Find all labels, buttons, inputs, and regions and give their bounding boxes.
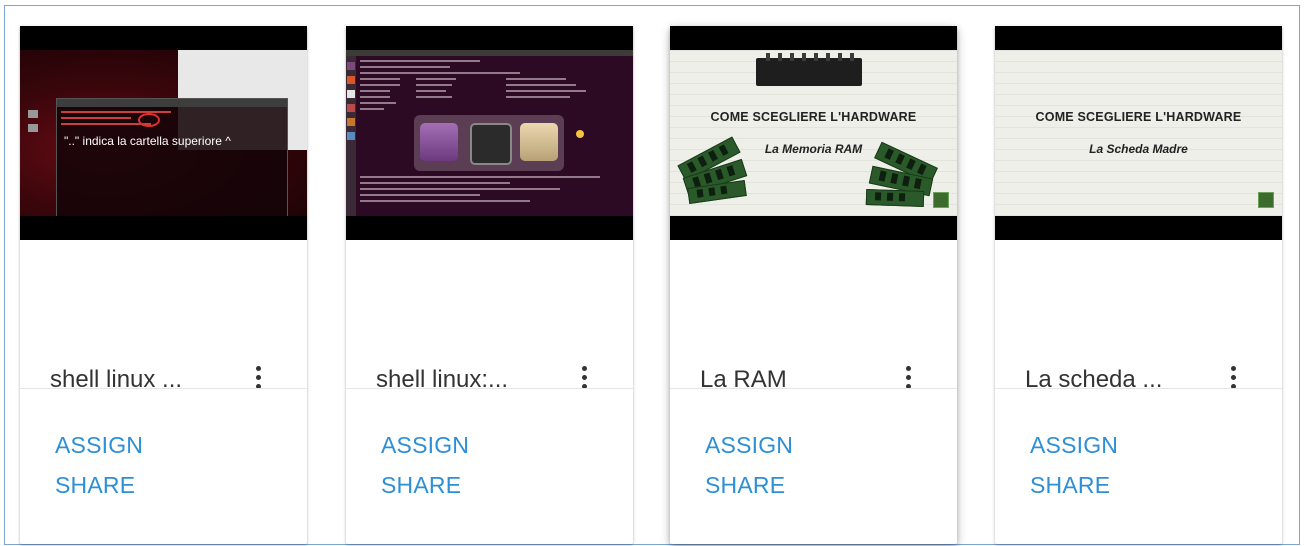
slide-heading: COME SCEGLIERE L'HARDWARE [710,110,917,124]
share-button[interactable]: SHARE [55,472,135,499]
assign-button[interactable]: ASSIGN [1030,432,1118,459]
video-card[interactable]: COME SCEGLIERE L'HARDWARE La Memoria RAM… [670,26,957,544]
video-thumbnail[interactable]: COME SCEGLIERE L'HARDWARE La Scheda Madr… [995,26,1282,240]
assign-button[interactable]: ASSIGN [55,432,143,459]
more-vert-icon[interactable] [572,360,596,396]
ram-module-image [756,53,862,86]
logo-badge [1258,192,1274,208]
more-vert-icon[interactable] [246,360,270,396]
thumbnail-caption: ".." indica la cartella superiore ^ [64,134,231,148]
video-thumbnail[interactable] [346,26,633,240]
video-title: shell linux:... [376,366,509,393]
assign-button[interactable]: ASSIGN [381,432,469,459]
video-card[interactable]: COME SCEGLIERE L'HARDWARE La Scheda Madr… [995,26,1282,544]
share-button[interactable]: SHARE [705,472,785,499]
slide-heading: COME SCEGLIERE L'HARDWARE [1035,110,1242,124]
highlight-circle [138,113,160,127]
slide-thumbnail: COME SCEGLIERE L'HARDWARE La Scheda Madr… [995,50,1282,216]
video-card[interactable]: ".." indica la cartella superiore ^ shel… [20,26,307,544]
video-title: La RAM [700,366,787,393]
logo-badge [933,192,949,208]
share-button[interactable]: SHARE [381,472,461,499]
share-button[interactable]: SHARE [1030,472,1110,499]
video-thumbnail[interactable]: ".." indica la cartella superiore ^ [20,26,307,240]
more-vert-icon[interactable] [896,360,920,396]
divider [20,388,307,389]
terminal-screenshot [346,50,633,216]
divider [995,388,1282,389]
video-title: shell linux ... [50,366,183,393]
app-switcher [414,115,564,171]
video-card[interactable]: shell linux:... ASSIGN SHARE [346,26,633,544]
video-thumbnail[interactable]: COME SCEGLIERE L'HARDWARE La Memoria RAM [670,26,957,240]
slide-thumbnail: COME SCEGLIERE L'HARDWARE La Memoria RAM [670,50,957,216]
terminal-screenshot: ".." indica la cartella superiore ^ [20,50,307,216]
slide-subheading: La Scheda Madre [1089,142,1188,156]
video-title: La scheda ... [1025,366,1163,393]
more-vert-icon[interactable] [1221,360,1245,396]
divider [670,388,957,389]
video-grid: ".." indica la cartella superiore ^ shel… [4,5,1300,545]
assign-button[interactable]: ASSIGN [705,432,793,459]
divider [346,388,633,389]
